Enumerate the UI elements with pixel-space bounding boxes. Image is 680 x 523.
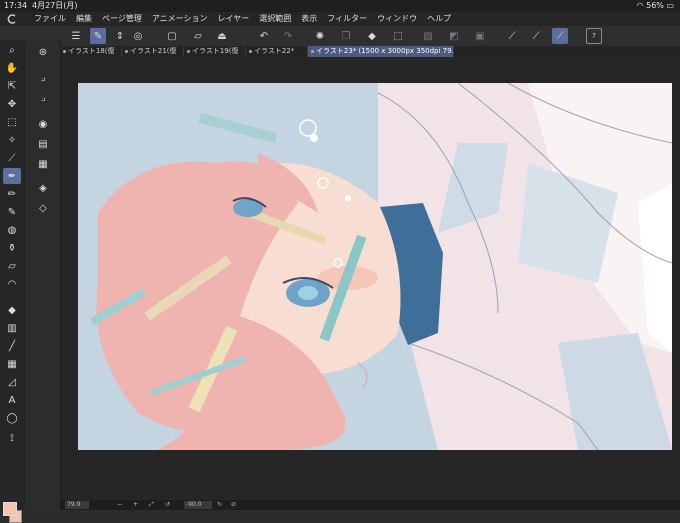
new-canvas-icon[interactable]: ▢ (164, 28, 180, 44)
sub-tool-palette: ⊛ ⟓ ⟓ ◉ ▤ ▦ ◈ ◇ (26, 40, 61, 510)
rotation-field[interactable]: -90.0 (184, 501, 212, 509)
color-history-icon[interactable]: ▦ (34, 156, 52, 172)
eraser-icon[interactable]: ▱ (3, 258, 21, 274)
tool-palette: ⌕ ✋ ⇱ ✥ ⬚ ✧ ⟋ ✒ ✏ ✎ ◍ ⚱ ▱ ◠ ◆ ▥ ╱ ▦ ◿ A … (0, 40, 25, 523)
undo-icon[interactable]: ↶ (256, 28, 272, 44)
menu-page[interactable]: ページ管理 (102, 12, 142, 26)
export-icon[interactable]: ⏏ (214, 28, 230, 44)
app-logo-icon[interactable] (6, 13, 18, 25)
status-date: 4月27日(月) (32, 1, 78, 10)
line-icon[interactable]: ╱ (3, 338, 21, 354)
gradient-icon[interactable]: ▥ (3, 320, 21, 336)
zoom-in-icon[interactable]: + (133, 500, 138, 510)
tab-illust-22[interactable]: イラスト22* (246, 46, 308, 57)
battery-icon: ▭ (666, 1, 674, 10)
magic-wand-icon[interactable]: ✧ (3, 132, 21, 148)
menu-edit[interactable]: 編集 (76, 12, 92, 26)
document-tabs: イラスト18(復 イラスト21(復 イラスト19(復 イラスト22* イラスト2… (60, 46, 680, 57)
menu-animation[interactable]: アニメーション (152, 12, 208, 26)
tab-illust-23[interactable]: イラスト23* (1500 x 3000px 350dpi 79.9%) (308, 46, 454, 57)
wifi-icon: ◠ (636, 1, 644, 10)
tab-illust-19[interactable]: イラスト19(復 (184, 46, 246, 57)
main-color-swatch[interactable] (3, 502, 17, 516)
command-bar: ☰ ✎ ⇕ ◎ ▢ ▱ ⏏ ↶ ↷ ✺ ❐ ◆ ⬚ ▧ ◩ ▣ ⟋ ⟋ ⟋ ? (0, 26, 680, 47)
menu-layer[interactable]: レイヤー (218, 12, 250, 26)
decoration-icon[interactable]: ⚱ (3, 240, 21, 256)
hamburger-menu-icon[interactable]: ☰ (68, 28, 84, 44)
loading-spinner-icon[interactable]: ✺ (312, 28, 328, 44)
menu-help[interactable]: ヘルプ (427, 12, 451, 26)
brush-tool-icon[interactable]: ✎ (90, 28, 106, 44)
status-time: 17:34 (4, 1, 28, 10)
transform-icon[interactable]: ⬚ (390, 28, 406, 44)
ruler-snap-icon[interactable]: ⟋ (504, 28, 520, 44)
color-wheel-icon[interactable]: ◉ (34, 116, 52, 132)
brush-icon[interactable]: ✎ (3, 204, 21, 220)
copy-icon[interactable]: ❐ (338, 28, 354, 44)
deselect-icon[interactable]: ▣ (472, 28, 488, 44)
zoom-out-icon[interactable]: − (117, 500, 122, 510)
fill-icon[interactable]: ◆ (3, 302, 21, 318)
operation-icon[interactable]: ⇱ (3, 78, 21, 94)
tool-property-icon[interactable]: ⟓ (34, 70, 52, 86)
clear-icon[interactable]: ▧ (420, 28, 436, 44)
settings-icon[interactable]: ⊛ (34, 44, 52, 60)
battery-percent: 56% (646, 1, 664, 10)
open-folder-icon[interactable]: ▱ (190, 28, 206, 44)
rotate-left-icon[interactable]: ↺ (165, 500, 170, 510)
fill-selection-icon[interactable]: ◩ (446, 28, 462, 44)
hand-icon[interactable]: ✋ (3, 60, 21, 76)
eyedropper-icon[interactable]: ⟋ (3, 150, 21, 166)
fit-icon[interactable]: ⤢ (149, 500, 154, 510)
pen-icon[interactable]: ✒ (3, 168, 21, 184)
blend-icon[interactable]: ◠ (3, 276, 21, 292)
redo-icon[interactable]: ↷ (280, 28, 296, 44)
menu-selection[interactable]: 選択範囲 (259, 12, 291, 26)
artwork-canvas[interactable] (78, 83, 672, 450)
ruler-icon[interactable]: ◿ (3, 374, 21, 390)
color-set-icon[interactable]: ▤ (34, 136, 52, 152)
correct-line-icon[interactable]: ⟟ (3, 430, 21, 446)
zoom-icon[interactable]: ⌕ (3, 42, 21, 58)
layers-icon[interactable]: ◇ (34, 200, 52, 216)
ios-status-bar: 17:34 4月27日(月) ◠ 56% ▭ (0, 0, 680, 12)
help-icon[interactable]: ? (586, 28, 602, 44)
menu-view[interactable]: 表示 (301, 12, 317, 26)
quick-access-icon[interactable]: ◎ (130, 28, 146, 44)
brush-size-icon[interactable]: ⟓ (34, 90, 52, 106)
move-icon[interactable]: ✥ (3, 96, 21, 112)
layer-property-icon[interactable]: ◈ (34, 180, 52, 196)
rotate-icon[interactable]: ↻ (217, 500, 222, 510)
menu-bar: ファイル 編集 ページ管理 アニメーション レイヤー 選択範囲 表示 フィルター… (0, 12, 680, 26)
pencil-icon[interactable]: ✏ (3, 186, 21, 202)
tab-illust-18[interactable]: イラスト18(復 (60, 46, 122, 57)
ruler-special-icon[interactable]: ⟋ (528, 28, 544, 44)
ruler-active-icon[interactable]: ⟋ (552, 28, 568, 44)
menu-filter[interactable]: フィルター (327, 12, 367, 26)
selection-icon[interactable]: ⬚ (3, 114, 21, 130)
tab-illust-21[interactable]: イラスト21(復 (122, 46, 184, 57)
menu-file[interactable]: ファイル (34, 12, 66, 26)
airbrush-icon[interactable]: ◍ (3, 222, 21, 238)
canvas-status-bar: 79.9 − + ⤢ ↺ -90.0 ↻ ⊘ (61, 500, 680, 510)
up-down-arrows-icon[interactable]: ⇕ (112, 28, 128, 44)
status-right: ◠ 56% ▭ (637, 0, 674, 12)
zoom-field[interactable]: 79.9 (65, 501, 89, 509)
menu-window[interactable]: ウィンドウ (377, 12, 417, 26)
fill-bucket-icon[interactable]: ◆ (364, 28, 380, 44)
reset-rotation-icon[interactable]: ⊘ (231, 500, 236, 510)
balloon-icon[interactable]: ◯ (3, 410, 21, 426)
frame-icon[interactable]: ▦ (3, 356, 21, 372)
text-icon[interactable]: A (3, 392, 21, 408)
